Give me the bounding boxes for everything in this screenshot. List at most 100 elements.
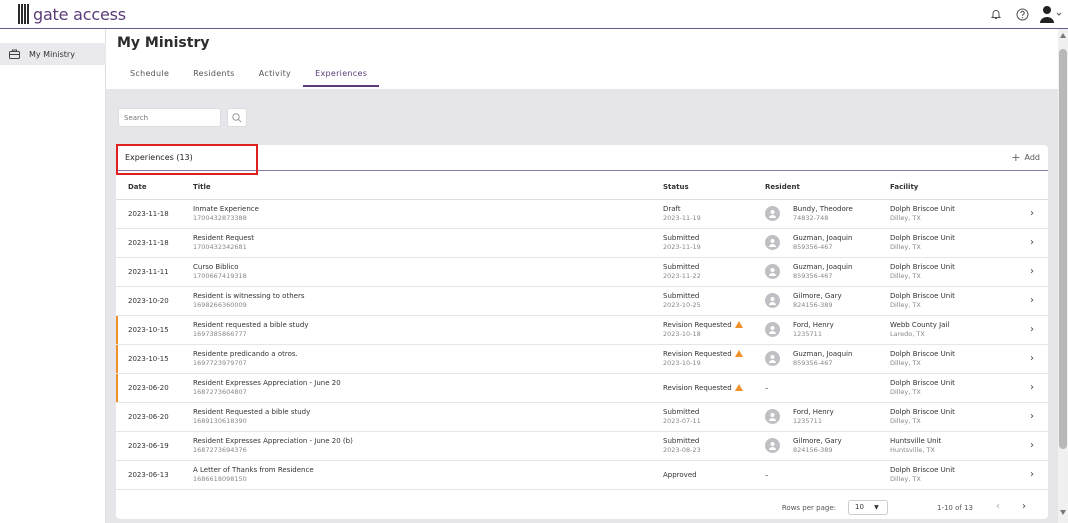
cell-status: Submitted 2023-10-25 [663, 286, 765, 316]
resident-name: – [765, 470, 769, 479]
sidebar-item-label: My Ministry [29, 49, 75, 59]
experience-id: 1686618098150 [193, 475, 247, 483]
table-row[interactable]: 2023-06-19 Resident Expresses Appreciatio… [116, 431, 1048, 461]
rows-per-page-label: Rows per page: [781, 504, 836, 512]
table-row[interactable]: 2023-06-20 Resident Requested a bible stu… [116, 402, 1048, 432]
search-button[interactable] [227, 108, 247, 127]
gate-access-logo[interactable]: gate access [18, 4, 126, 24]
status-label: Submitted [663, 292, 700, 300]
cell-resident: Gilmore, Gary 824156-389 [765, 431, 890, 461]
resident-avatar-icon [765, 409, 780, 424]
experience-title: Inmate Experience [193, 205, 259, 213]
add-button[interactable]: + Add [1011, 152, 1040, 163]
tab-experiences[interactable]: Experiences [303, 67, 380, 89]
experience-title: Resident Expresses Appreciation - June 2… [193, 437, 353, 445]
cell-title: Resident is witnessing to others 16982663… [193, 286, 663, 316]
resident-id: 824156-389 [793, 301, 833, 309]
row-open-button[interactable]: › [1030, 257, 1048, 287]
tab-schedule[interactable]: Schedule [118, 67, 181, 89]
cell-title: Inmate Experience 1700432873388 [193, 199, 663, 229]
resident-name: Guzman, Joaquin [793, 234, 853, 242]
row-open-button[interactable]: › [1030, 228, 1048, 258]
resident-id: 859356-467 [793, 272, 833, 280]
table-body: 2023-11-18 Inmate Experience 1700432873388… [116, 199, 1048, 490]
row-open-button[interactable]: › [1030, 460, 1048, 490]
table-row[interactable]: 2023-06-20 Resident Expresses Appreciatio… [116, 373, 1048, 403]
bell-icon[interactable] [986, 4, 1006, 24]
chevron-right-icon: › [1030, 295, 1034, 306]
resident-name: Gilmore, Gary [793, 437, 842, 445]
facility-name: Dolph Briscoe Unit [890, 205, 955, 213]
cell-date: 2023-06-20 [116, 373, 193, 403]
resident-name: Ford, Henry [793, 321, 834, 329]
search-input[interactable] [118, 108, 221, 127]
cell-facility: Dolph Briscoe Unit Dilley, TX [890, 257, 1030, 287]
table-row[interactable]: 2023-06-13 A Letter of Thanks from Reside… [116, 460, 1048, 490]
cell-resident: Gilmore, Gary 824156-389 [765, 286, 890, 316]
cell-status: Revision Requested 2023-10-18 [663, 315, 765, 345]
sidebar-item-my-ministry[interactable]: My Ministry [0, 43, 106, 65]
help-icon[interactable] [1012, 4, 1032, 24]
scroll-down-icon[interactable] [1060, 510, 1066, 515]
page-title: My Ministry [117, 35, 210, 51]
table-row[interactable]: 2023-10-15 Resident requested a bible stu… [116, 315, 1048, 345]
column-header-status[interactable]: Status [663, 175, 765, 200]
facility-name: Dolph Briscoe Unit [890, 379, 955, 387]
table-row[interactable]: 2023-11-18 Resident Request 1700432342681 S… [116, 228, 1048, 258]
table-row[interactable]: 2023-10-20 Resident is witnessing to othe… [116, 286, 1048, 316]
row-open-button[interactable]: › [1030, 199, 1048, 229]
user-avatar-icon[interactable] [1038, 4, 1062, 24]
resident-name: Ford, Henry [793, 408, 834, 416]
facility-location: Laredo, TX [890, 330, 925, 338]
column-header-resident[interactable]: Resident [765, 175, 890, 200]
scrollbar-thumb[interactable] [1059, 49, 1067, 449]
cell-facility: Dolph Briscoe Unit Dilley, TX [890, 460, 1030, 490]
row-open-button[interactable]: › [1030, 344, 1048, 374]
status-date: 2023-11-22 [663, 272, 701, 280]
resident-id: 859356-467 [793, 243, 833, 251]
status-label: Draft [663, 205, 681, 213]
status-label: Revision Requested [663, 350, 732, 358]
cell-date: 2023-10-15 [116, 344, 193, 374]
row-open-button[interactable]: › [1030, 286, 1048, 316]
table-row[interactable]: 2023-11-11 Curso Biblico 1700667419318 Subm… [116, 257, 1048, 287]
rows-per-page-select[interactable]: 10 ▼ [848, 500, 888, 515]
table-row[interactable]: 2023-11-18 Inmate Experience 1700432873388… [116, 199, 1048, 229]
experience-id: 1700667419318 [193, 272, 247, 280]
row-open-button[interactable]: › [1030, 402, 1048, 432]
status-label: Revision Requested [663, 383, 732, 392]
next-page-button[interactable]: › [1022, 501, 1026, 512]
top-bar: gate access [0, 0, 1068, 29]
column-header-facility[interactable]: Facility [890, 175, 1030, 200]
chevron-right-icon: › [1030, 237, 1034, 248]
resident-avatar-icon [765, 293, 780, 308]
chevron-down-icon: ▼ [874, 504, 879, 511]
tab-activity[interactable]: Activity [247, 67, 303, 89]
experience-title: Resident Request [193, 234, 255, 242]
cell-resident: Guzman, Joaquin 859356-467 [765, 257, 890, 287]
previous-page-button[interactable]: ‹ [996, 501, 1000, 512]
row-open-button[interactable]: › [1030, 431, 1048, 461]
resident-name: Guzman, Joaquin [793, 263, 853, 271]
cell-facility: Dolph Briscoe Unit Dilley, TX [890, 402, 1030, 432]
facility-name: Dolph Briscoe Unit [890, 234, 955, 242]
cell-date: 2023-11-11 [116, 257, 193, 287]
tab-residents[interactable]: Residents [181, 67, 247, 89]
column-header-title[interactable]: Title [193, 175, 663, 200]
scroll-up-icon[interactable] [1060, 33, 1066, 38]
resident-id: 824156-389 [793, 446, 833, 454]
table-row[interactable]: 2023-10-15 Residente predicando a otros. 1… [116, 344, 1048, 374]
page-scrollbar[interactable] [1058, 29, 1068, 523]
row-open-button[interactable]: › [1030, 315, 1048, 345]
facility-location: Dilley, TX [890, 272, 921, 280]
resident-name: Guzman, Joaquin [793, 350, 853, 358]
cell-title: A Letter of Thanks from Residence 1686618… [193, 460, 663, 490]
chevron-right-icon: › [1030, 411, 1034, 422]
experience-id: 1697723979707 [193, 359, 247, 367]
row-open-button[interactable]: › [1030, 373, 1048, 403]
column-header-date[interactable]: Date [116, 175, 193, 200]
resident-avatar-icon [765, 264, 780, 279]
cell-facility: Dolph Briscoe Unit Dilley, TX [890, 199, 1030, 229]
cell-facility: Dolph Briscoe Unit Dilley, TX [890, 344, 1030, 374]
cell-resident: Bundy, Theodore 74832-748 [765, 199, 890, 229]
